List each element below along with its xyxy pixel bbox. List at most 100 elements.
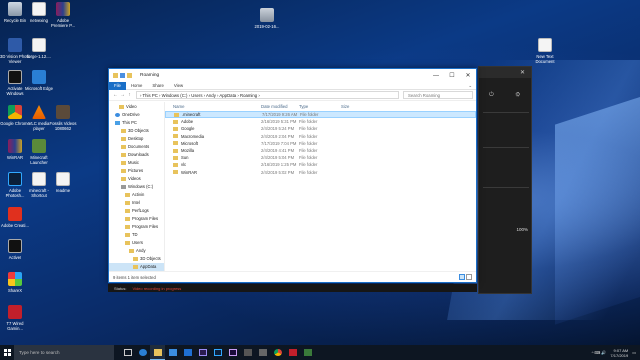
nav-item[interactable]: Documents (109, 143, 164, 151)
navigation-pane[interactable]: Video OneDrive This PC 3D Objects Desktop Doc… (109, 102, 165, 271)
netvexing-icon (32, 2, 46, 16)
taskbar-app[interactable] (300, 345, 315, 360)
clock[interactable]: 9:07 AM 7/17/2019 (610, 348, 628, 358)
window-titlebar[interactable]: Roaming — ☐ ✕ (109, 69, 476, 82)
nav-item[interactable]: 3D Objects (109, 127, 164, 135)
taskbar-store[interactable] (165, 345, 180, 360)
nav-item[interactable]: Activin (109, 191, 164, 199)
file-explorer-window[interactable]: Roaming — ☐ ✕ File Home Share View ⌄ ← →… (108, 68, 477, 283)
taskbar-edge[interactable] (135, 345, 150, 360)
file-type: File folder (299, 140, 318, 146)
background-app-window[interactable]: ✕ ⏻ ⚙ 100% (478, 66, 532, 294)
nav-item[interactable]: AppData (109, 263, 164, 271)
nav-item[interactable]: Intel (109, 199, 164, 207)
file-row[interactable]: Macromedia 2/4/2019 2:04 PM File folder (165, 133, 476, 140)
vlc-media-player-icon (32, 105, 46, 119)
tray-icons[interactable]: ^ ⌨ 🔊 (592, 350, 607, 355)
file-row[interactable]: Mozilla 2/4/2019 4:41 PM File folder (165, 147, 476, 154)
close-button[interactable]: ✕ (460, 69, 476, 82)
nav-item[interactable]: Program Files (109, 215, 164, 223)
file-date: 2/4/2019 5:04 PM (261, 155, 295, 161)
desktop-icon-microsoft-edge[interactable]: Microsoft Edge (24, 70, 54, 91)
nav-item[interactable]: Program Files (109, 223, 164, 231)
desktop-icon-forge[interactable]: forge-1.12.... (24, 38, 54, 59)
tab-view[interactable]: View (169, 82, 188, 90)
properties-icon[interactable] (120, 73, 125, 78)
back-button[interactable]: ← (112, 92, 119, 98)
nav-item[interactable]: TD (109, 231, 164, 239)
nav-item[interactable]: Downloads (109, 151, 164, 159)
nav-item[interactable]: This PC (109, 119, 164, 127)
taskbar-premiere[interactable] (195, 345, 210, 360)
large-icons-view-icon[interactable] (466, 274, 472, 280)
nav-item[interactable]: OneDrive (109, 111, 164, 119)
file-row[interactable]: .minecraft 7/17/2019 9:26 AM File folder (165, 111, 476, 119)
system-tray[interactable]: ^ ⌨ 🔊 9:07 AM 7/17/2019 ▭ (592, 348, 640, 358)
taskbar-camera[interactable] (255, 345, 270, 360)
taskbar-mail[interactable] (180, 345, 195, 360)
desktop-icon-activei[interactable]: ActiveI (0, 239, 30, 260)
nav-item[interactable]: PerfLogs (109, 207, 164, 215)
file-type: File folder (300, 112, 319, 118)
file-row[interactable]: Microsoft 7/17/2019 7:04 PM File folder (165, 140, 476, 147)
start-button[interactable] (0, 345, 14, 360)
expand-ribbon-icon[interactable]: ⌄ (468, 83, 476, 89)
recorder-icon (288, 349, 297, 356)
nav-item[interactable]: Users (109, 239, 164, 247)
desktop-icon-fossils-videos[interactable]: Fossils Videos 1080662 (48, 105, 78, 131)
forward-button[interactable]: → (119, 92, 126, 98)
task-view-button[interactable] (120, 345, 135, 360)
column-type[interactable]: Type (299, 104, 341, 109)
search-input[interactable]: Search Roaming (403, 91, 473, 99)
nav-item[interactable]: 3D Objects (109, 255, 164, 263)
nav-item[interactable]: Videos (109, 175, 164, 183)
new-folder-icon[interactable] (127, 73, 132, 78)
desktop-icon-sharex[interactable]: ShareX (0, 272, 30, 293)
file-list[interactable]: Name Date modified Type Size .minecraft 7… (165, 102, 476, 271)
nav-item[interactable]: Music (109, 159, 164, 167)
folder-icon (121, 145, 126, 149)
taskbar-calculator[interactable] (240, 345, 255, 360)
address-bar[interactable]: › This PC › Windows (C:) › Users › Andy … (136, 91, 399, 99)
taskbar-recorder[interactable] (285, 345, 300, 360)
desktop-icon-new-text-document[interactable]: New Text Document (530, 38, 560, 64)
file-row[interactable]: WinRAR 2/4/2019 5:02 PM File folder (165, 169, 476, 176)
nav-item[interactable]: Video (109, 103, 164, 111)
file-row[interactable]: Google 2/4/2019 5:24 PM File folder (165, 125, 476, 132)
up-button[interactable]: ↑ (126, 92, 133, 98)
close-icon[interactable]: ✕ (520, 69, 525, 76)
desktop-icon-readme[interactable]: readme (48, 172, 78, 193)
desktop-icon-screenshot-file[interactable]: 2019-02-16... (252, 8, 282, 29)
file-row[interactable]: vlc 2/16/2019 1:25 PM File folder (165, 161, 476, 168)
windows-logo-icon (3, 349, 11, 356)
desktop-icon-adobe-creative[interactable]: Adobe Creati... (0, 207, 30, 228)
desktop-icon-adobe-premiere[interactable]: Adobe Premiere P... (48, 2, 78, 28)
column-date[interactable]: Date modified (261, 104, 299, 109)
minimize-button[interactable]: — (428, 69, 444, 82)
screenshot-file-icon (260, 8, 274, 22)
column-size[interactable]: Size (341, 104, 371, 109)
nav-item[interactable]: Andy (109, 247, 164, 255)
file-row[interactable]: Sun 2/4/2019 5:04 PM File folder (165, 154, 476, 161)
file-type: File folder (299, 162, 318, 168)
taskbar-chrome[interactable] (270, 345, 285, 360)
maximize-button[interactable]: ☐ (444, 69, 460, 82)
nav-item[interactable]: Desktop (109, 135, 164, 143)
taskbar-search[interactable]: Type here to search (14, 345, 114, 360)
after-effects-icon (228, 349, 237, 356)
tab-file[interactable]: File (109, 81, 126, 90)
column-name[interactable]: Name (173, 104, 261, 109)
nav-item[interactable]: Pictures (109, 167, 164, 175)
sharex-icon (8, 272, 22, 286)
desktop-icon-t7-wired[interactable]: T7 Wired Gamin... (0, 305, 30, 331)
taskbar-photoshop[interactable] (210, 345, 225, 360)
details-view-icon[interactable] (459, 274, 465, 280)
notification-icon[interactable]: ▭ (632, 350, 636, 355)
taskbar-after-effects[interactable] (225, 345, 240, 360)
nav-item[interactable]: Windows (C:) (109, 183, 164, 191)
desktop-icon-minecraft-launcher[interactable]: Minecraft Launcher (24, 139, 54, 165)
file-row[interactable]: Adobe 2/16/2019 5:31 PM File folder (165, 118, 476, 125)
tab-home[interactable]: Home (126, 82, 147, 90)
taskbar-file-explorer[interactable] (150, 345, 165, 360)
tab-share[interactable]: Share (147, 82, 168, 90)
